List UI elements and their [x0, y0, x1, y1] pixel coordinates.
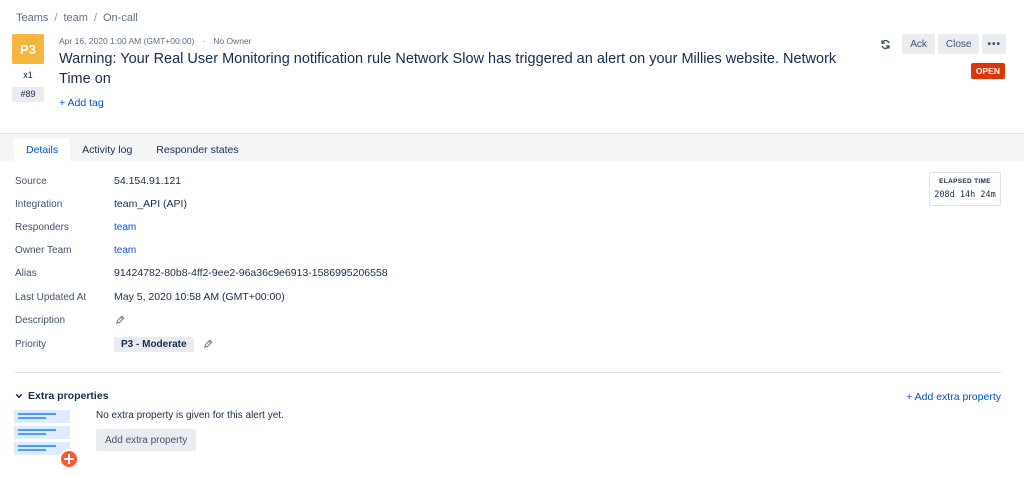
priority-pill: P3 - Moderate: [114, 336, 194, 352]
ack-button[interactable]: Ack: [902, 34, 935, 54]
alert-created-at: Apr 16, 2020 1:00 AM (GMT+00:00): [59, 36, 195, 46]
detail-row-alias: Alias 91424782-80b8-4ff2-9ee2-96a36c9e69…: [15, 266, 388, 280]
alert-tiny-id: #89: [12, 87, 44, 102]
close-button[interactable]: Close: [937, 34, 980, 54]
tab-details[interactable]: Details: [14, 138, 71, 162]
alert-actions: Ack Close •••: [877, 34, 1006, 54]
tabs: Details Activity log Responder states: [14, 138, 251, 162]
alert-meta: Apr 16, 2020 1:00 AM (GMT+00:00) · No Ow…: [59, 36, 251, 46]
add-tag-link[interactable]: + Add tag: [59, 97, 104, 109]
detail-row-source: Source 54.154.91.121: [15, 174, 181, 188]
breadcrumb: Teams / team / On-call: [16, 12, 138, 24]
detail-row-last-updated: Last Updated At May 5, 2020 10:58 AM (GM…: [15, 290, 285, 304]
detail-label: Source: [15, 175, 47, 187]
breadcrumb-item-teams[interactable]: Teams: [16, 12, 48, 24]
alert-count: x1: [23, 70, 33, 80]
priority-badge: P3: [12, 34, 44, 64]
tab-responder-states[interactable]: Responder states: [144, 138, 250, 162]
breadcrumb-item-on-call[interactable]: On-call: [103, 12, 138, 24]
detail-label: Integration: [15, 198, 63, 210]
detail-label: Owner Team: [15, 244, 72, 256]
detail-row-priority: Priority P3 - Moderate: [15, 336, 214, 352]
edit-description-pencil-icon[interactable]: [114, 314, 126, 326]
extra-properties-heading: Extra properties: [28, 390, 109, 402]
elapsed-time-heading: ELAPSED TIME: [939, 178, 991, 185]
add-extra-property-link[interactable]: + Add extra property: [906, 391, 1001, 403]
alert-owner: No Owner: [213, 36, 252, 46]
extra-properties-toggle[interactable]: Extra properties: [15, 390, 109, 402]
breadcrumb-separator: /: [54, 12, 58, 24]
responder-link-team[interactable]: team: [114, 222, 136, 233]
detail-row-responders: Responders team: [15, 220, 136, 234]
detail-label: Priority: [15, 338, 47, 350]
detail-label: Last Updated At: [15, 291, 87, 303]
breadcrumb-item-team[interactable]: team: [63, 12, 87, 24]
elapsed-time-value: 208d 14h 24m: [934, 190, 996, 200]
elapsed-time-box: ELAPSED TIME 208d 14h 24m: [929, 172, 1001, 206]
add-extra-property-button[interactable]: Add extra property: [96, 429, 197, 451]
status-badge: OPEN: [970, 63, 1005, 79]
detail-row-integration: Integration team_API (API): [15, 197, 187, 211]
edit-priority-pencil-icon[interactable]: [202, 338, 214, 350]
alert-title: Warning: Your Real User Monitoring notif…: [59, 51, 837, 87]
detail-value-integration: team_API (API): [114, 198, 187, 210]
tab-activity-log[interactable]: Activity log: [70, 138, 144, 162]
section-divider: [15, 372, 1001, 373]
owner-team-link[interactable]: team: [114, 245, 136, 256]
more-actions-button[interactable]: •••: [982, 34, 1006, 54]
detail-label: Description: [15, 314, 66, 326]
breadcrumb-separator: /: [93, 12, 97, 24]
detail-value-alias: 91424782-80b8-4ff2-9ee2-96a36c9e6913-158…: [114, 267, 388, 279]
refresh-icon[interactable]: [877, 35, 893, 53]
meta-separator: ·: [202, 36, 206, 46]
detail-value-source: 54.154.91.121: [114, 175, 182, 187]
detail-label: Responders: [15, 221, 69, 233]
detail-value-last-updated: May 5, 2020 10:58 AM (GMT+00:00): [114, 291, 285, 303]
detail-row-owner-team: Owner Team team: [15, 243, 136, 257]
empty-properties-message: No extra property is given for this aler…: [96, 410, 284, 421]
detail-label: Alias: [15, 267, 37, 279]
detail-row-description: Description: [15, 313, 126, 327]
empty-properties-illustration-icon: [14, 410, 80, 470]
chevron-down-icon: [15, 392, 23, 400]
